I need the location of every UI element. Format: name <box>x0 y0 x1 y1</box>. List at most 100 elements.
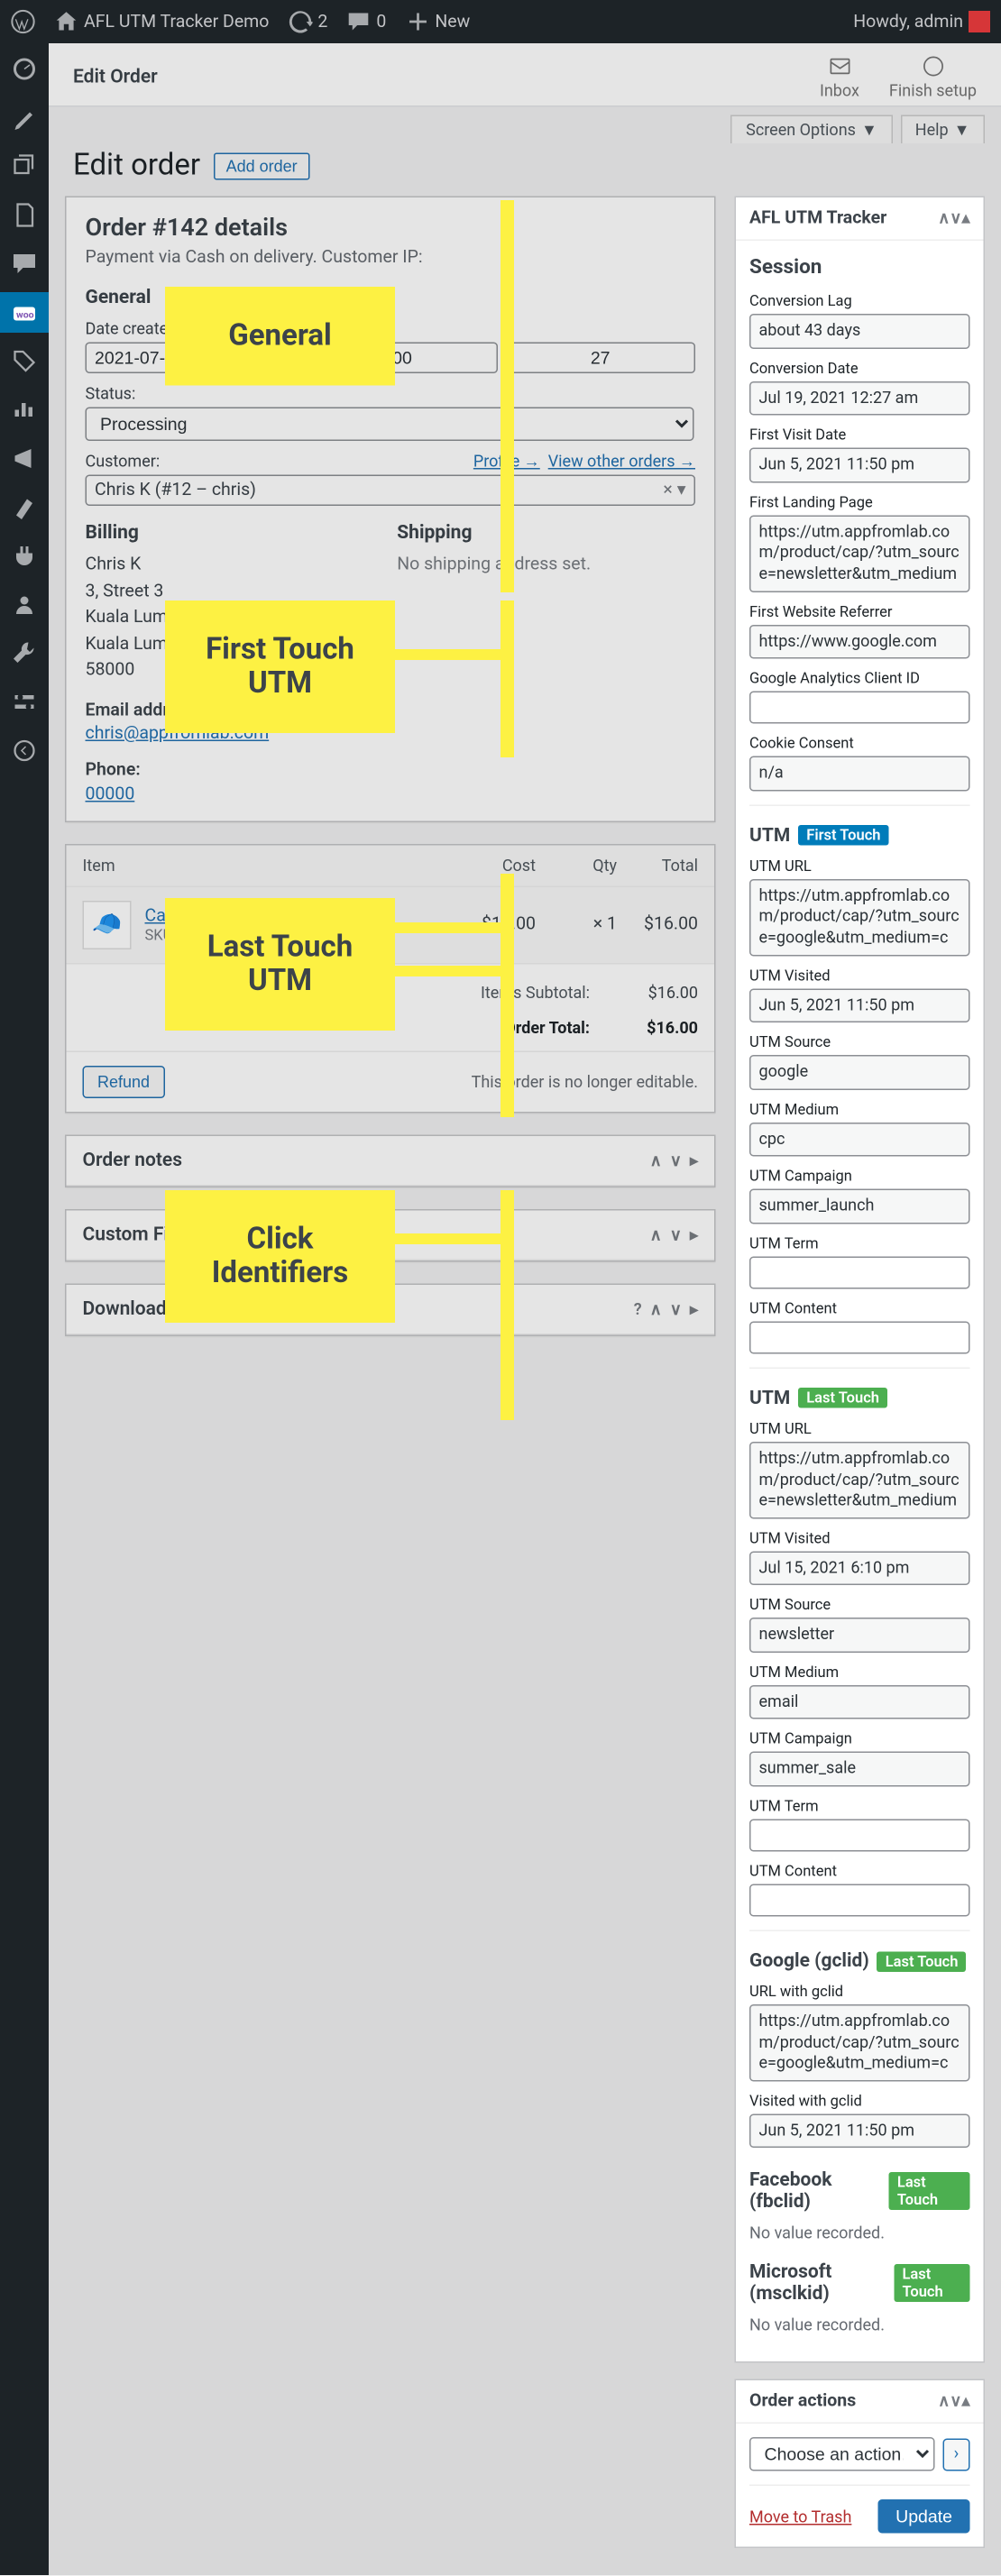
chevron-down-icon[interactable]: ∨ <box>670 1224 682 1243</box>
gclid-visited-value: Jun 5, 2021 11:50 pm <box>749 2113 970 2148</box>
first-referrer-label: First Website Referrer <box>749 602 970 620</box>
move-to-trash-link[interactable]: Move to Trash <box>749 2507 851 2526</box>
order-action-select[interactable]: Choose an action… <box>749 2438 934 2472</box>
chevron-up-icon[interactable]: ∧ <box>938 208 950 227</box>
menu-products-icon[interactable] <box>0 341 49 381</box>
ft-utm-url-label: UTM URL <box>749 857 970 875</box>
cookie-consent-label: Cookie Consent <box>749 735 970 753</box>
chevron-down-icon: ▼ <box>861 121 877 140</box>
toggle-icon[interactable]: ▴ <box>961 2392 969 2411</box>
utm-heading-lt: UTM <box>749 1388 790 1409</box>
clear-icon[interactable]: × <box>663 481 672 501</box>
refund-button[interactable]: Refund <box>83 1065 165 1097</box>
menu-plugins-icon[interactable] <box>0 536 49 576</box>
gclid-visited-label: Visited with gclid <box>749 2092 970 2110</box>
minute-input[interactable] <box>505 343 695 374</box>
ga-cid-label: Google Analytics Client ID <box>749 670 970 688</box>
comments[interactable]: 0 <box>346 10 386 34</box>
menu-analytics-icon[interactable] <box>0 390 49 430</box>
order-subheading: Payment via Cash on delivery. Customer I… <box>86 248 696 269</box>
menu-pages-icon[interactable] <box>0 195 49 235</box>
chevron-up-icon[interactable]: ∧ <box>650 1150 662 1169</box>
chevron-down-icon[interactable]: ∨ <box>670 1150 682 1169</box>
new-content[interactable]: New <box>405 10 470 34</box>
item-row: 🧢 Cap SKU: woo-cap $16.00 × 1 $16.00 <box>67 886 715 964</box>
update-button[interactable]: Update <box>878 2500 970 2535</box>
wp-logo-icon[interactable] <box>11 10 35 34</box>
lt-utm-url-value: https://utm.appfromlab.com/product/cap/?… <box>749 1442 970 1518</box>
date-created-input[interactable] <box>86 343 276 374</box>
help-tab[interactable]: Help ▼ <box>900 115 985 144</box>
add-order-button[interactable]: Add order <box>214 152 309 179</box>
item-qty: × 1 <box>536 914 617 935</box>
first-visit-label: First Visit Date <box>749 426 970 445</box>
help-icon[interactable]: ? <box>634 1299 642 1318</box>
toggle-icon[interactable]: ▸ <box>690 1299 698 1318</box>
svg-text:woo: woo <box>16 309 34 321</box>
item-total: $16.00 <box>617 914 698 935</box>
menu-dashboard-icon[interactable] <box>0 49 49 89</box>
billing-state: Kuala Lumpur <box>86 631 384 657</box>
menu-woo-icon[interactable]: woo <box>0 292 49 333</box>
gclid-url-label: URL with gclid <box>749 1983 970 2001</box>
chevron-down-icon[interactable]: ∨ <box>950 208 961 227</box>
items-subtotal-label: Items Subtotal: <box>427 983 617 1002</box>
ft-utm-visited-value: Jun 5, 2021 11:50 pm <box>749 988 970 1022</box>
view-orders-link[interactable]: View other orders → <box>548 452 695 471</box>
menu-posts-icon[interactable] <box>0 97 49 138</box>
billing-city: Kuala Lumpur <box>86 605 384 631</box>
menu-comments-icon[interactable] <box>0 243 49 284</box>
conversion-date-label: Conversion Date <box>749 359 970 377</box>
lt-utm-visited-value: Jul 15, 2021 6:10 pm <box>749 1551 970 1585</box>
first-visit-value: Jun 5, 2021 11:50 pm <box>749 448 970 482</box>
customer-select[interactable]: Chris K (#12 – chris) × ▾ <box>86 475 696 507</box>
menu-users-icon[interactable] <box>0 584 49 625</box>
apply-action-button[interactable]: › <box>942 2438 969 2471</box>
toggle-icon[interactable]: ▴ <box>961 208 969 227</box>
billing-street: 3, Street 3 <box>86 578 384 604</box>
fbclid-no-value: No value recorded. <box>749 2224 970 2243</box>
billing-name: Chris K <box>86 552 384 578</box>
hour-input[interactable] <box>308 343 498 374</box>
menu-tools-icon[interactable] <box>0 633 49 674</box>
menu-appearance-icon[interactable] <box>0 487 49 527</box>
general-heading: General <box>86 287 696 308</box>
chevron-down-icon: ▾ <box>677 481 686 501</box>
screen-options-tab[interactable]: Screen Options ▼ <box>731 115 893 144</box>
menu-settings-icon[interactable] <box>0 682 49 722</box>
lt-utm-campaign-value: summer_sale <box>749 1752 970 1786</box>
order-heading: Order #142 details <box>86 214 696 243</box>
shipping-heading: Shipping <box>397 522 695 544</box>
gclid-url-value: https://utm.appfromlab.com/product/cap/?… <box>749 2004 970 2081</box>
item-sku: SKU: woo-cap <box>145 926 455 944</box>
col-item: Item <box>83 856 455 875</box>
chevron-up-icon[interactable]: ∧ <box>650 1299 662 1318</box>
admin-sidebar: woo <box>0 43 49 2576</box>
howdy[interactable]: Howdy, admin <box>853 11 990 32</box>
inbox-button[interactable]: Inbox <box>820 54 859 100</box>
menu-marketing-icon[interactable] <box>0 438 49 479</box>
admin-bar: AFL UTM Tracker Demo 2 0 New Howdy, admi… <box>0 0 1001 43</box>
billing-email[interactable]: chris@appfromlab.com <box>86 724 270 745</box>
toggle-icon[interactable]: ▸ <box>690 1224 698 1243</box>
site-name[interactable]: AFL UTM Tracker Demo <box>54 10 269 34</box>
menu-media-icon[interactable] <box>0 146 49 187</box>
billing-phone[interactable]: 00000 <box>86 784 135 804</box>
status-select[interactable]: Processing <box>86 408 694 442</box>
item-name-link[interactable]: Cap <box>145 905 176 926</box>
toggle-icon[interactable]: ▸ <box>690 1150 698 1169</box>
ft-utm-campaign-value: summer_launch <box>749 1189 970 1224</box>
ft-utm-source-value: google <box>749 1055 970 1089</box>
order-actions-box: Order actions∧∨▴ Choose an action… › Mov… <box>735 2379 986 2549</box>
updates[interactable]: 2 <box>288 10 327 34</box>
chevron-down-icon[interactable]: ∨ <box>950 2392 961 2411</box>
ft-utm-content-value <box>749 1321 970 1353</box>
lt-utm-content-label: UTM Content <box>749 1863 970 1881</box>
ft-utm-content-label: UTM Content <box>749 1299 970 1317</box>
chevron-down-icon[interactable]: ∨ <box>670 1299 682 1318</box>
menu-collapse-icon[interactable] <box>0 730 49 771</box>
chevron-up-icon[interactable]: ∧ <box>650 1224 662 1243</box>
chevron-up-icon[interactable]: ∧ <box>938 2392 950 2411</box>
finish-setup-button[interactable]: Finish setup <box>889 54 977 100</box>
profile-link[interactable]: Profile → <box>473 452 540 471</box>
